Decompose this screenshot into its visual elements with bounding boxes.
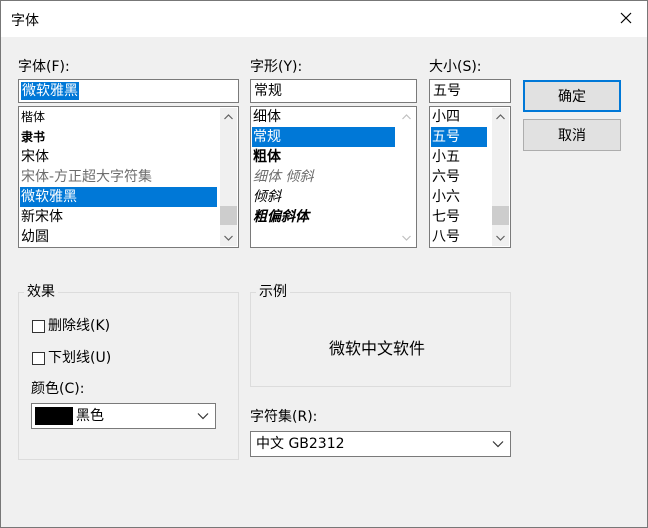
chevron-up-icon [224,113,233,119]
scroll-down-button [398,229,415,246]
chevron-down-icon [402,235,411,241]
size-item[interactable]: 小四 [431,107,460,127]
scroll-down-button[interactable] [492,229,509,246]
sample-text: 微软中文软件 [329,339,426,358]
font-size-value: 五号 [433,83,461,99]
font-style-value: 常规 [254,83,282,99]
chevron-down-icon [496,235,505,241]
close-button[interactable] [615,7,637,29]
size-item[interactable]: 六号 [431,167,460,187]
font-name-input[interactable]: 微软雅黑 [18,79,239,103]
close-icon [620,12,632,24]
style-item-bold-italic[interactable]: 粗偏斜体 [252,207,309,227]
size-item[interactable]: 七号 [431,207,460,227]
font-item-kaiti[interactable]: 楷体 [20,107,45,127]
font-item-youyuan[interactable]: 幼圆 [20,227,49,247]
font-list-scrollbar[interactable] [220,108,237,246]
size-list-scrollbar[interactable] [492,108,509,246]
strikeout-checkbox[interactable] [32,320,45,333]
underline-label[interactable]: 下划线(U) [48,350,111,366]
scroll-up-button[interactable] [492,108,509,125]
charset-select-value: 中文 GB2312 [256,436,345,452]
font-item-weiruan-yahei[interactable]: 微软雅黑 [20,187,217,207]
style-item-thin[interactable]: 细体 [252,107,281,127]
style-item-thin-italic[interactable]: 细体 倾斜 [252,167,313,187]
scroll-up-button [398,108,415,125]
font-item-xin-songti[interactable]: 新宋体 [20,207,63,227]
font-style-input[interactable]: 常规 [250,79,417,103]
sample-title: 示例 [256,284,290,300]
color-select[interactable]: 黑色 [31,403,216,429]
charset-select[interactable]: 中文 GB2312 [250,431,511,457]
strikeout-label[interactable]: 删除线(K) [48,318,110,334]
color-swatch [35,407,73,425]
size-item[interactable]: 小六 [431,187,460,207]
chevron-up-icon [402,113,411,119]
ok-button[interactable]: 确定 [523,80,621,112]
font-size-list[interactable]: 小四 五号 小五 六号 小六 七号 八号 [429,106,511,248]
font-size-input[interactable]: 五号 [429,79,511,103]
style-list-scrollbar [398,108,415,246]
dialog-title: 字体 [11,13,39,29]
scroll-thumb[interactable] [220,206,237,225]
font-name-value: 微软雅黑 [21,82,79,100]
font-label: 字体(F): [18,59,70,75]
color-select-value: 黑色 [76,408,104,424]
scroll-up-button[interactable] [220,108,237,125]
scroll-down-button[interactable] [220,229,237,246]
chevron-up-icon [496,113,505,119]
font-list[interactable]: 楷体 隶书 宋体 宋体-方正超大字符集 微软雅黑 新宋体 幼圆 [18,106,239,248]
style-label: 字形(Y): [250,59,303,75]
size-item[interactable]: 小五 [431,147,460,167]
font-dialog: 字体 字体(F): 微软雅黑 楷体 隶书 宋体 宋体-方正超大字符集 微软雅黑 … [0,0,648,528]
font-item-songti-fangzheng[interactable]: 宋体-方正超大字符集 [20,167,152,187]
scroll-thumb[interactable] [492,206,509,225]
style-item-bold[interactable]: 粗体 [252,147,281,167]
font-item-songti[interactable]: 宋体 [20,147,49,167]
font-style-list[interactable]: 细体 常规 粗体 细体 倾斜 倾斜 粗偏斜体 [250,106,417,248]
size-item[interactable]: 八号 [431,227,460,247]
style-item-regular[interactable]: 常规 [252,127,395,147]
color-label: 颜色(C): [31,381,85,397]
title-bar[interactable]: 字体 [1,1,647,37]
size-label: 大小(S): [429,59,482,75]
underline-checkbox[interactable] [32,352,45,365]
cancel-button[interactable]: 取消 [523,119,621,151]
chevron-down-icon [197,413,209,420]
font-item-lishu[interactable]: 隶书 [20,127,45,147]
size-item-selected[interactable]: 五号 [431,127,487,147]
style-item-italic[interactable]: 倾斜 [252,187,281,207]
effects-title: 效果 [24,284,58,300]
chevron-down-icon [492,441,504,448]
charset-label: 字符集(R): [250,409,318,425]
chevron-down-icon [224,235,233,241]
